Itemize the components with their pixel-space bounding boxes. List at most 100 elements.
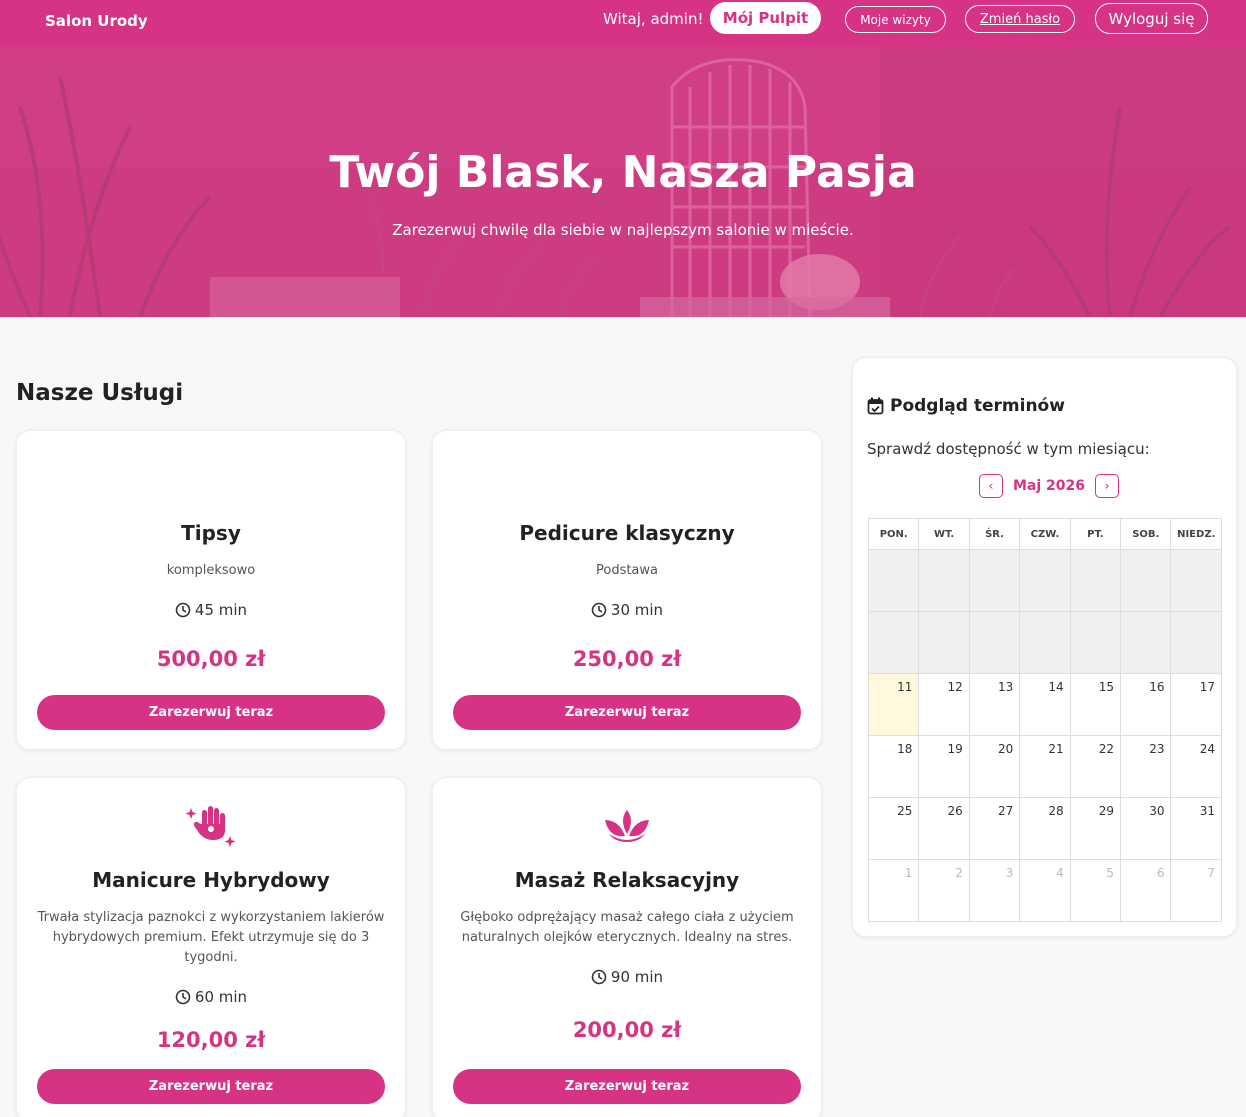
calendar-day	[1170, 549, 1222, 612]
service-duration: 30 min	[433, 601, 821, 619]
sparkle-hand-icon	[17, 802, 405, 848]
service-name: Manicure Hybrydowy	[92, 868, 330, 892]
service-description: Trwała stylizacja paznokci z wykorzystan…	[37, 910, 385, 965]
service-duration-value: 60 min	[194, 988, 248, 1006]
calendar-check-icon	[867, 397, 884, 415]
calendar-day[interactable]: 15	[1069, 673, 1122, 736]
service-duration-value: 45 min	[194, 601, 248, 619]
calendar-day[interactable]: 31	[1170, 797, 1222, 860]
weekday-header: NIEDZ.	[1170, 518, 1222, 550]
calendar-day[interactable]: 3	[968, 859, 1021, 922]
calendar-day[interactable]: 20	[968, 735, 1021, 798]
calendar-day[interactable]: 22	[1069, 735, 1122, 798]
calendar-day[interactable]: 11	[867, 673, 920, 736]
calendar-day[interactable]: 24	[1170, 735, 1222, 798]
hero-title: Twój Blask, Nasza Pasja	[329, 147, 917, 198]
calendar-day[interactable]: 21	[1019, 735, 1071, 798]
service-card: Masaż Relaksacyjny Głęboko odprężający m…	[432, 777, 822, 1117]
calendar-day[interactable]: 6	[1120, 859, 1172, 922]
calendar-day[interactable]: 13	[968, 673, 1021, 736]
calendar-day	[918, 549, 970, 612]
service-card: Tipsy kompleksowo 45 min 500,00 zł Zarez…	[16, 430, 406, 750]
service-price: 120,00 zł	[156, 1028, 266, 1052]
lotus-icon	[433, 808, 821, 844]
calendar-day	[1120, 549, 1172, 612]
calendar-day	[968, 549, 1021, 612]
service-description: kompleksowo	[166, 563, 256, 578]
calendar-panel: Podgląd terminów Sprawdź dostępność w ty…	[852, 357, 1237, 937]
calendar-nav: ‹ Maj 2026 ›	[979, 474, 1120, 498]
calendar-day[interactable]: 14	[1019, 673, 1071, 736]
calendar-day[interactable]: 28	[1019, 797, 1071, 860]
service-card: Manicure Hybrydowy Trwała stylizacja paz…	[16, 777, 406, 1117]
clock-icon	[175, 602, 191, 618]
weekday-header: CZW.	[1019, 518, 1071, 550]
dashboard-button[interactable]: Mój Pulpit	[710, 2, 821, 34]
calendar-day[interactable]: 2	[918, 859, 970, 922]
calendar-day[interactable]: 17	[1170, 673, 1222, 736]
weekday-header: PT.	[1069, 518, 1122, 550]
hero-banner: Twój Blask, Nasza Pasja Zarezerwuj chwil…	[0, 47, 1246, 317]
welcome-text: Witaj, admin!	[603, 10, 704, 28]
clock-icon	[591, 602, 607, 618]
my-visits-button[interactable]: Moje wizyty	[845, 6, 946, 33]
services-title: Nasze Usługi	[16, 380, 184, 406]
calendar-day	[1069, 549, 1122, 612]
calendar-day[interactable]: 7	[1170, 859, 1222, 922]
weekday-header: WT.	[918, 518, 970, 550]
service-description: Głęboko odprężający masaż całego ciała z…	[460, 910, 794, 945]
calendar-title-text: Podgląd terminów	[890, 396, 1065, 416]
calendar-day	[918, 611, 970, 674]
calendar-day[interactable]: 5	[1069, 859, 1122, 922]
calendar-day[interactable]: 30	[1120, 797, 1172, 860]
calendar-month: Maj 2026	[1013, 478, 1086, 494]
service-price: 200,00 zł	[572, 1018, 682, 1042]
service-duration: 45 min	[17, 601, 405, 619]
calendar-day	[867, 611, 920, 674]
calendar-day[interactable]: 26	[918, 797, 970, 860]
calendar-day[interactable]: 18	[867, 735, 920, 798]
calendar-day	[1019, 549, 1071, 612]
service-duration: 60 min	[17, 988, 405, 1006]
brand-logo[interactable]: Salon Urody	[45, 12, 148, 30]
clock-icon	[175, 989, 191, 1005]
navbar: Salon Urody Witaj, admin! Mój Pulpit Moj…	[0, 0, 1246, 47]
weekday-header: ŚR.	[968, 518, 1021, 550]
calendar-day[interactable]: 16	[1120, 673, 1172, 736]
service-price: 500,00 zł	[156, 647, 266, 671]
service-description: Podstawa	[595, 563, 659, 578]
service-duration: 90 min	[433, 968, 821, 986]
weekday-header: PON.	[867, 518, 920, 550]
calendar-day[interactable]: 29	[1069, 797, 1122, 860]
calendar-title: Podgląd terminów	[867, 396, 1065, 416]
book-now-button[interactable]: Zarezerwuj teraz	[37, 695, 385, 730]
calendar-day	[867, 549, 920, 612]
clock-icon	[591, 969, 607, 985]
calendar-subtitle: Sprawdź dostępność w tym miesiącu:	[867, 440, 1150, 458]
hero-subtitle: Zarezerwuj chwilę dla siebie w najlepszy…	[392, 221, 854, 239]
service-duration-value: 30 min	[610, 601, 664, 619]
calendar-day[interactable]: 12	[918, 673, 970, 736]
calendar-day	[1019, 611, 1071, 674]
calendar-day[interactable]: 23	[1120, 735, 1172, 798]
service-name: Pedicure klasyczny	[519, 521, 735, 545]
calendar-day[interactable]: 4	[1019, 859, 1071, 922]
service-name: Tipsy	[181, 521, 241, 545]
calendar-day[interactable]: 27	[968, 797, 1021, 860]
logout-button[interactable]: Wyloguj się	[1095, 3, 1208, 34]
book-now-button[interactable]: Zarezerwuj teraz	[37, 1069, 385, 1104]
calendar-day[interactable]: 1	[867, 859, 920, 922]
next-month-button[interactable]: ›	[1095, 474, 1120, 498]
calendar-day	[1069, 611, 1122, 674]
book-now-button[interactable]: Zarezerwuj teraz	[453, 1069, 801, 1104]
change-password-button[interactable]: Zmień hasło	[965, 5, 1075, 33]
prev-month-button[interactable]: ‹	[979, 474, 1003, 498]
book-now-button[interactable]: Zarezerwuj teraz	[453, 695, 801, 730]
service-card: Pedicure klasyczny Podstawa 30 min 250,0…	[432, 430, 822, 750]
calendar-day[interactable]: 25	[867, 797, 920, 860]
service-price: 250,00 zł	[572, 647, 682, 671]
calendar-day[interactable]: 19	[918, 735, 970, 798]
weekday-header: SOB.	[1120, 518, 1172, 550]
calendar-day	[1170, 611, 1222, 674]
calendar-day	[968, 611, 1021, 674]
